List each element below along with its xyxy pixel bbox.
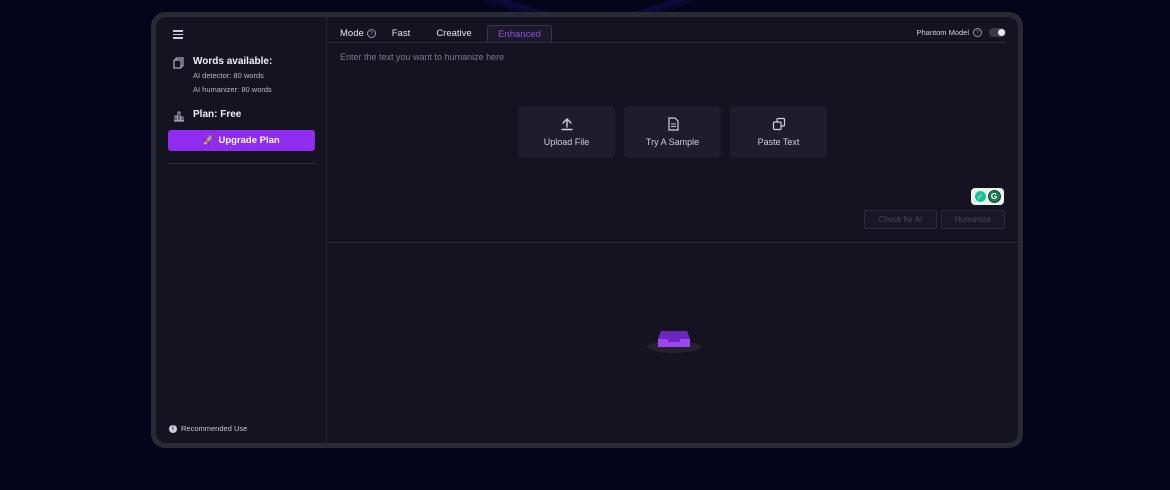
phantom-model-toggle[interactable] [989,28,1006,37]
grammarly-icon: G [987,190,1001,203]
assistant-icon: ✓ [974,191,986,202]
upload-icon [560,118,573,131]
tab-creative[interactable]: Creative [429,25,479,42]
grammar-extension-badge[interactable]: ✓ G [971,188,1004,205]
paste-text-button[interactable]: Paste Text [730,106,827,158]
info-icon: i [169,424,177,433]
chart-icon [174,111,184,122]
tabs-divider [328,42,1006,43]
recommended-use-label: Recommended Use [181,424,248,433]
hamburger-menu-icon[interactable] [173,30,183,39]
text-input[interactable]: Enter the text you want to humanize here [340,52,504,62]
document-icon [667,117,679,131]
words-available-title: Words available: [193,56,273,67]
humanize-button[interactable]: Humanize [941,210,1005,229]
phantom-model-control: Phantom Model ? [916,28,1006,37]
rocket-icon: 🚀 [203,135,215,145]
question-icon[interactable]: ? [366,29,376,38]
upload-file-label: Upload File [543,137,590,147]
tab-fast[interactable]: Fast [386,25,416,42]
plan-label: Plan: Free [193,109,242,120]
main-panel: Mode ? Fast Creative Enhanced Phantom Mo… [328,17,1018,443]
sidebar: Words available: AI detector: 80 words A… [156,17,327,443]
sidebar-divider [168,163,315,164]
documents-icon [173,57,184,69]
upload-file-button[interactable]: Upload File [518,106,615,158]
try-sample-button[interactable]: Try A Sample [624,106,721,158]
tab-enhanced[interactable]: Enhanced [487,25,552,42]
question-icon[interactable]: ? [973,28,982,37]
check-for-ai-button[interactable]: Check for AI [864,210,937,229]
upgrade-plan-button[interactable]: 🚀 Upgrade Plan [168,130,315,151]
copy-icon [772,117,785,131]
phantom-model-label: Phantom Model [916,28,969,37]
try-sample-label: Try A Sample [645,137,700,147]
app-window: Words available: AI detector: 80 words A… [156,17,1018,443]
ai-detector-words: AI detector: 80 words [193,71,264,80]
ai-humanizer-words: AI humanizer: 80 words [193,85,272,94]
paste-text-label: Paste Text [757,137,800,147]
inbox-icon [647,331,701,353]
upgrade-plan-label: Upgrade Plan [218,135,280,146]
mode-label: Mode ? [340,28,376,39]
output-divider [328,242,1018,243]
mode-text: Mode [340,28,364,39]
recommended-use-link[interactable]: i Recommended Use [169,424,247,433]
